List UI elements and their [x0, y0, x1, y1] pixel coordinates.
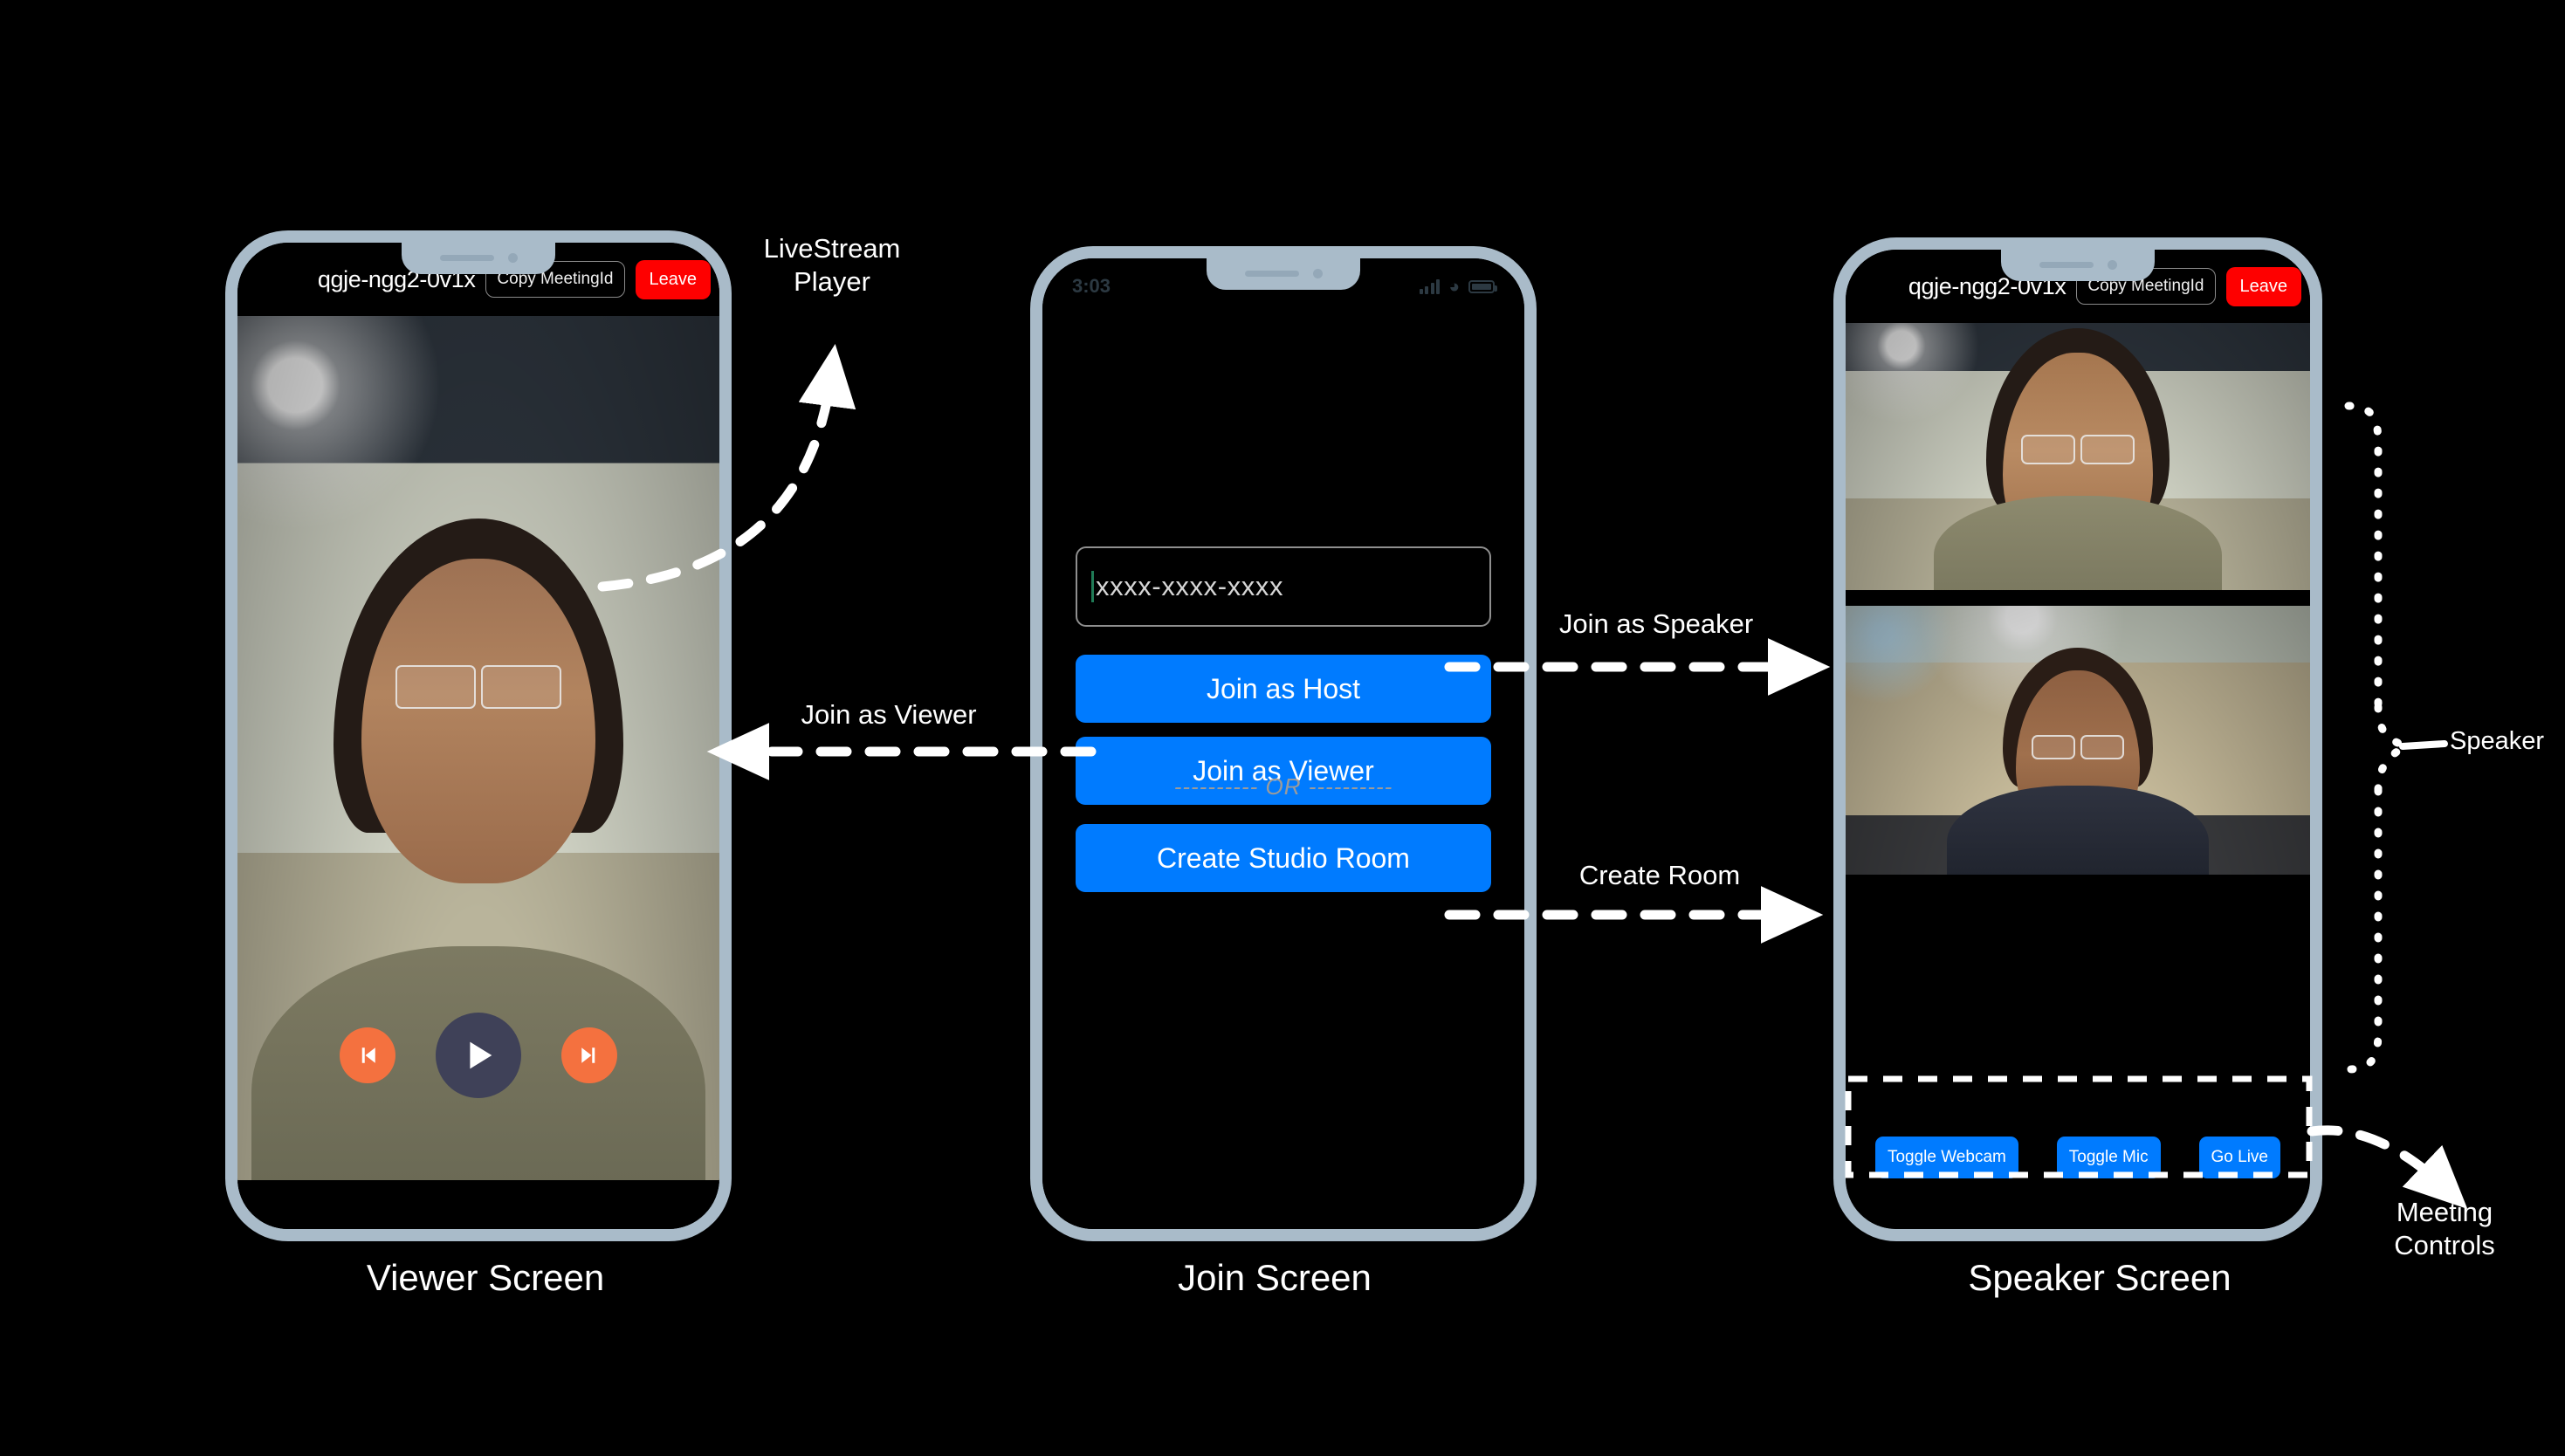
viewer-phone-frame: qgje-ngg2-0v1x Copy MeetingId Leave: [225, 230, 732, 1241]
signal-bars-icon: [1419, 278, 1441, 294]
speaker2-torso: [1947, 786, 2209, 876]
earpiece-speaker-icon: [1244, 270, 1299, 277]
speaker-phone-notch: [2001, 250, 2155, 281]
front-camera-icon: [507, 252, 518, 263]
tile2-letterbox: [1846, 875, 2310, 889]
speaker-phone-frame: qgje-ngg2-0v1x Copy MeetingId Leave Togg…: [1833, 237, 2322, 1241]
speaker1-torso: [1934, 496, 2222, 592]
viewer-phone-notch: [402, 243, 555, 274]
speaker-video-tile-1[interactable]: [1846, 323, 2310, 606]
earpiece-speaker-icon: [439, 254, 494, 261]
meeting-controls-bar: Toggle Webcam Toggle Mic Go Live: [1851, 1109, 2305, 1206]
earpiece-speaker-icon: [2039, 261, 2094, 268]
join-phone-notch: [1207, 258, 1360, 290]
create-room-label: Create Room: [1578, 860, 1741, 890]
battery-icon: [1468, 279, 1497, 293]
speaker-leave-button[interactable]: Leave: [2225, 266, 2301, 306]
speaker-label: Speaker: [2450, 727, 2545, 755]
speaker-brace-tip: [2374, 703, 2407, 749]
viewer-leave-button[interactable]: Leave: [635, 259, 711, 299]
viewer-bottom-letterbox: [237, 1180, 719, 1229]
meeting-controls-label: Meeting Controls: [2394, 1197, 2495, 1260]
or-divider: ---------- OR ----------: [1173, 773, 1393, 800]
tile1-letterbox: [1846, 590, 2310, 606]
join-as-speaker-label: Join as Speaker: [1558, 608, 1754, 639]
go-live-button[interactable]: Go Live: [2198, 1137, 2280, 1178]
join-screen-caption: Join Screen: [1178, 1257, 1372, 1298]
play-icon[interactable]: [436, 1013, 521, 1098]
meeting-id-placeholder: xxxx-xxxx-xxxx: [1096, 571, 1284, 601]
viewer-phone-screen: qgje-ngg2-0v1x Copy MeetingId Leave: [237, 243, 719, 1229]
speaker1-glasses: [2021, 435, 2135, 464]
create-studio-room-button[interactable]: Create Studio Room: [1076, 824, 1491, 892]
toggle-webcam-button[interactable]: Toggle Webcam: [1874, 1137, 2018, 1178]
livestream-video-tile[interactable]: [237, 316, 719, 1182]
join-phone-screen: 3:03 ◕ xxxx-xxxx-xxxx Join as Host Join …: [1042, 258, 1524, 1229]
wifi-icon: ◕: [1448, 276, 1460, 297]
speaker-video-tile-2[interactable]: [1846, 606, 2310, 889]
speaker2-glasses: [2032, 735, 2124, 759]
join-as-viewer-label: Join as Viewer: [801, 699, 977, 730]
join-screen-body: 3:03 ◕ xxxx-xxxx-xxxx Join as Host Join …: [1042, 258, 1524, 1229]
livestream-player-label: LiveStream Player: [763, 233, 901, 297]
join-as-host-button[interactable]: Join as Host: [1076, 655, 1491, 723]
speaker-brace-tip2: [2374, 744, 2407, 794]
skip-next-icon[interactable]: [561, 1027, 617, 1083]
status-bar-icons: ◕: [1419, 276, 1497, 297]
meeting-id-input[interactable]: xxxx-xxxx-xxxx: [1076, 546, 1491, 627]
viewer-screen-caption: Viewer Screen: [366, 1257, 605, 1298]
livestream-player-controls: [237, 1013, 719, 1098]
text-caret: [1091, 571, 1094, 602]
toggle-mic-button[interactable]: Toggle Mic: [2056, 1137, 2161, 1178]
front-camera-icon: [2107, 259, 2117, 270]
speaker-brace: [2344, 402, 2383, 1074]
front-camera-icon: [1312, 268, 1323, 278]
status-bar-time: 3:03: [1072, 275, 1111, 297]
join-phone-frame: 3:03 ◕ xxxx-xxxx-xxxx Join as Host Join …: [1030, 246, 1537, 1241]
speaker-screen-caption: Speaker Screen: [1968, 1257, 2231, 1298]
meeting-controls-arrow: [2307, 1125, 2468, 1209]
skip-previous-icon[interactable]: [340, 1027, 395, 1083]
speaker-phone-screen: qgje-ngg2-0v1x Copy MeetingId Leave Togg…: [1846, 250, 2310, 1229]
diagram-canvas: qgje-ngg2-0v1x Copy MeetingId Leave View…: [0, 0, 2565, 1456]
viewer-subject-glasses: [395, 665, 561, 709]
speaker-label-leader: [2399, 740, 2448, 750]
